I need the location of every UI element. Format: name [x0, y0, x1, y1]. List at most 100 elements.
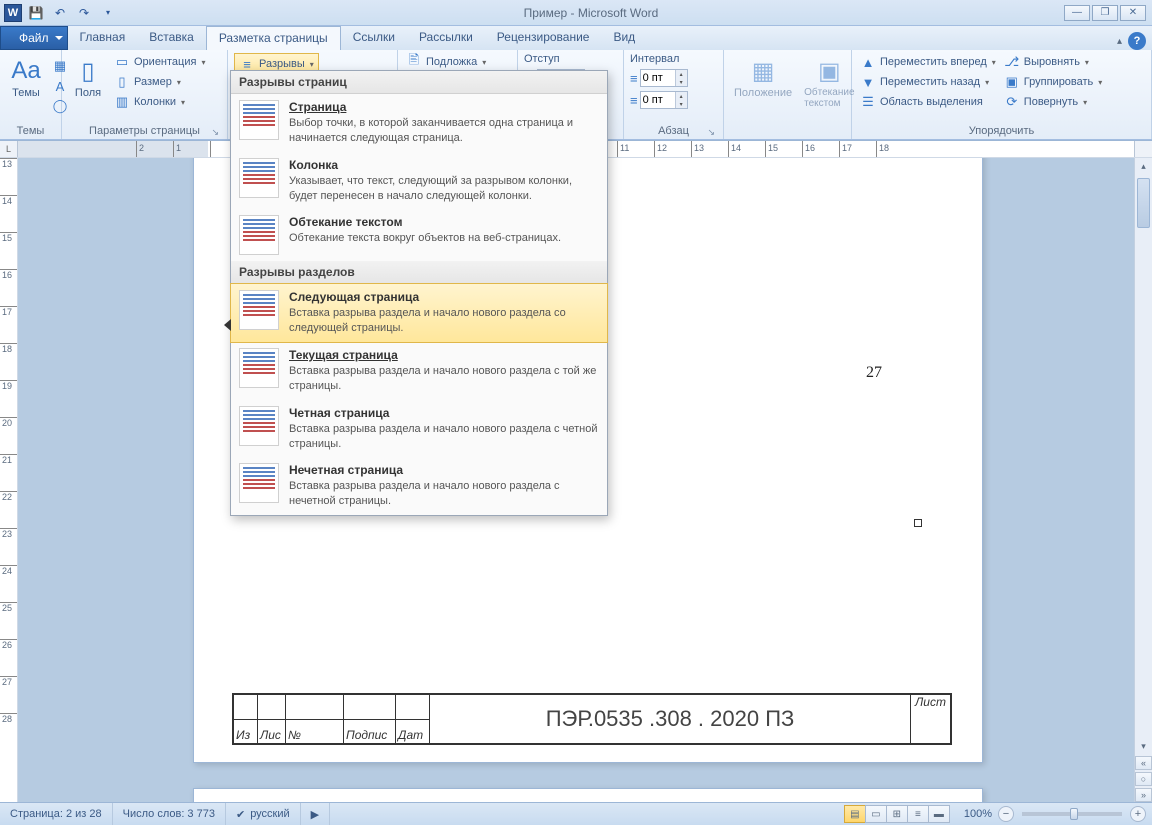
prev-page-button[interactable]: « — [1135, 756, 1152, 770]
stamp-code: ПЭР.0535 .308 . 2020 ПЗ — [430, 695, 910, 743]
spellcheck-icon: ✔ — [236, 808, 245, 821]
undo-icon[interactable]: ↶ — [50, 3, 70, 23]
selection-pane-button[interactable]: ☰Область выделения — [858, 93, 998, 111]
view-print-layout-button[interactable]: ▤ — [844, 805, 866, 823]
watermark-icon: 🖹 — [406, 54, 422, 70]
status-macro[interactable]: ▶ — [301, 803, 330, 825]
wrap-icon: ▣ — [813, 55, 845, 87]
rotate-button[interactable]: ⟳Повернуть▾ — [1002, 93, 1105, 111]
scroll-down-icon[interactable]: ▾ — [1135, 738, 1152, 754]
next-page-button[interactable]: » — [1135, 788, 1152, 802]
send-backward-icon: ▼ — [860, 74, 876, 90]
size-button[interactable]: ▯Размер▾ — [112, 73, 207, 91]
break-type-icon — [239, 158, 279, 198]
ruler-toggle-icon[interactable] — [1134, 141, 1152, 157]
status-bar: Страница: 2 из 28 Число слов: 3 773 ✔рус… — [0, 802, 1152, 825]
breaks-option[interactable]: Нечетная страницаВставка разрыва раздела… — [231, 457, 607, 515]
tab-view[interactable]: Вид — [601, 26, 647, 50]
breaks-option[interactable]: Текущая страницаВставка разрыва раздела … — [231, 342, 607, 400]
breaks-dropdown: Разрывы страниц СтраницаВыбор точки, в к… — [230, 70, 608, 516]
vertical-ruler[interactable]: 13141516171819202122232425262728 — [0, 158, 18, 802]
break-type-icon — [239, 215, 279, 255]
group-icon: ▣ — [1004, 74, 1020, 90]
margins-button[interactable]: ▯ Поля — [68, 53, 108, 101]
spacing-before-value[interactable]: 0 пт▴▾ — [640, 69, 688, 87]
dropdown-section-header: Разрывы разделов — [231, 261, 607, 284]
columns-icon: ▥ — [114, 94, 130, 110]
paragraph-group-label[interactable]: Абзац — [630, 124, 717, 138]
restore-button[interactable]: ❐ — [1092, 5, 1118, 21]
tab-review[interactable]: Рецензирование — [485, 26, 602, 50]
status-language[interactable]: ✔русский — [226, 803, 301, 825]
tab-home[interactable]: Главная — [68, 26, 138, 50]
themes-button[interactable]: Aa Темы — [6, 53, 46, 101]
break-type-icon — [239, 348, 279, 388]
status-page[interactable]: Страница: 2 из 28 — [0, 803, 113, 825]
table-cell-marker-icon — [914, 519, 922, 527]
themes-icon: Aa — [10, 55, 42, 87]
selection-pane-icon: ☰ — [860, 94, 876, 110]
save-icon[interactable]: 💾 — [26, 3, 46, 23]
arrange-spacer — [730, 136, 845, 138]
scroll-up-icon[interactable]: ▴ — [1135, 158, 1152, 174]
bring-forward-button[interactable]: ▲Переместить вперед▾ — [858, 53, 998, 71]
view-draft-button[interactable]: ▬ — [928, 805, 950, 823]
breaks-option[interactable]: Обтекание текстомОбтекание текста вокруг… — [231, 209, 607, 261]
spacing-after-value[interactable]: 0 пт▴▾ — [640, 91, 688, 109]
break-type-icon — [239, 100, 279, 140]
position-button[interactable]: ▦Положение — [730, 53, 796, 101]
file-tab[interactable]: Файл — [0, 26, 68, 50]
document-page-next[interactable] — [193, 788, 983, 802]
status-words[interactable]: Число слов: 3 773 — [113, 803, 226, 825]
help-icon[interactable]: ? — [1128, 32, 1146, 50]
minimize-ribbon-icon[interactable]: ▴ — [1117, 36, 1122, 47]
macro-record-icon: ▶ — [311, 808, 319, 821]
tab-page-layout[interactable]: Разметка страницы — [206, 26, 341, 50]
zoom-out-button[interactable]: − — [998, 806, 1014, 822]
columns-button[interactable]: ▥Колонки▾ — [112, 93, 207, 111]
view-read-button[interactable]: ▭ — [865, 805, 887, 823]
stamp-table[interactable]: Из Лис № Подпис Дат ПЭР.0535 .308 . 2020… — [232, 693, 952, 745]
margins-icon: ▯ — [72, 55, 104, 87]
align-icon: ⎇ — [1004, 54, 1020, 70]
qat-dropdown-icon[interactable]: ▾ — [98, 3, 118, 23]
zoom-in-button[interactable]: + — [1130, 806, 1146, 822]
view-outline-button[interactable]: ≡ — [907, 805, 929, 823]
breaks-option[interactable]: КолонкаУказывает, что текст, следующий з… — [231, 152, 607, 210]
scrollbar-thumb[interactable] — [1137, 178, 1150, 228]
zoom-level[interactable]: 100% — [958, 808, 998, 820]
tab-insert[interactable]: Вставка — [137, 26, 206, 50]
page-setup-group-label[interactable]: Параметры страницы — [68, 124, 221, 138]
window-title: Пример - Microsoft Word — [118, 6, 1064, 20]
ribbon-tabs: Файл Главная Вставка Разметка страницы С… — [0, 26, 1152, 50]
spacing-before-icon: ≡ — [630, 71, 638, 86]
zoom-slider[interactable] — [1022, 812, 1122, 816]
spacing-after-icon: ≡ — [630, 93, 638, 108]
position-icon: ▦ — [747, 55, 779, 87]
minimize-button[interactable]: — — [1064, 5, 1090, 21]
send-backward-button[interactable]: ▼Переместить назад▾ — [858, 73, 998, 91]
browse-object-button[interactable]: ○ — [1135, 772, 1152, 786]
group-button[interactable]: ▣Группировать▾ — [1002, 73, 1105, 91]
spacing-label: Интервал — [630, 53, 688, 65]
indent-label: Отступ — [524, 53, 585, 65]
bring-forward-icon: ▲ — [860, 54, 876, 70]
redo-icon[interactable]: ↷ — [74, 3, 94, 23]
vertical-scrollbar[interactable]: ▴ ▾ « ○ » — [1134, 158, 1152, 802]
dropdown-pointer-icon — [224, 319, 231, 331]
view-web-button[interactable]: ⊞ — [886, 805, 908, 823]
watermark-button[interactable]: 🖹Подложка▾ — [404, 53, 488, 71]
breaks-option[interactable]: СтраницаВыбор точки, в которой заканчива… — [231, 94, 607, 152]
break-type-icon — [239, 463, 279, 503]
align-button[interactable]: ⎇Выровнять▾ — [1002, 53, 1105, 71]
tab-mailings[interactable]: Рассылки — [407, 26, 485, 50]
breaks-option[interactable]: Следующая страницаВставка разрыва раздел… — [230, 283, 608, 343]
breaks-option[interactable]: Четная страницаВставка разрыва раздела и… — [231, 400, 607, 458]
break-type-icon — [239, 406, 279, 446]
wrap-text-button[interactable]: ▣Обтекание текстом — [800, 53, 858, 111]
orientation-button[interactable]: ▭Ориентация▾ — [112, 53, 207, 71]
tab-selector[interactable]: L — [0, 140, 18, 158]
dropdown-section-header: Разрывы страниц — [231, 71, 607, 94]
close-button[interactable]: ✕ — [1120, 5, 1146, 21]
tab-references[interactable]: Ссылки — [341, 26, 407, 50]
